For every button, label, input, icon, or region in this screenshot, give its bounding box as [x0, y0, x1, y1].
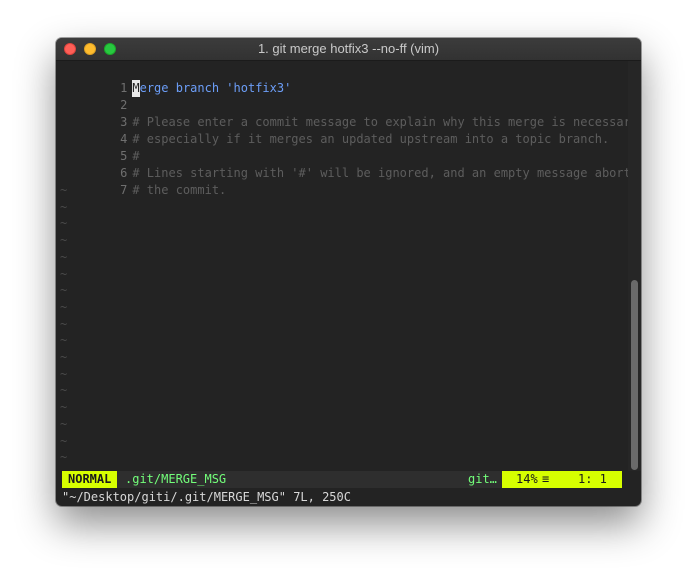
text-cursor: M	[132, 80, 140, 97]
terminal-window: 1. git merge hotfix3 --no-ff (vim) 1 Merg…	[56, 38, 641, 506]
empty-line-marker: ~	[60, 400, 68, 415]
editor-line-6[interactable]: 6 # Lines starting with '#' will be ignor…	[56, 148, 638, 180]
vim-statusline: NORMAL .git/MERGE_MSG git… 14% ≡ 1: 1	[62, 471, 622, 488]
empty-line-marker: ~	[60, 299, 68, 314]
empty-line-marker: ~	[60, 350, 68, 364]
editor-line-2[interactable]: 2	[56, 80, 132, 112]
empty-line-marker: ~	[60, 199, 68, 214]
editor-line-1[interactable]: 1 Merge branch 'hotfix3'	[56, 63, 291, 97]
editor-line-4[interactable]: 4 # especially if it merges an updated up…	[56, 114, 609, 146]
empty-line-marker: ~	[60, 283, 68, 298]
vim-editor[interactable]: 1 Merge branch 'hotfix3' 2 3 # Please ente…	[56, 61, 641, 471]
scrollbar-thumb[interactable]	[631, 280, 638, 470]
empty-line-marker: ~	[60, 183, 68, 197]
window-title: 1. git merge hotfix3 --no-ff (vim)	[257, 41, 440, 56]
empty-line-marker: ~	[60, 433, 68, 448]
comment-text: # the commit.	[132, 183, 227, 197]
empty-line-marker: ~	[60, 266, 68, 281]
editor-line-7[interactable]: 7 # the commit.	[56, 165, 226, 197]
commit-subject: erge branch 'hotfix3'	[139, 81, 292, 95]
empty-line-marker: ~	[60, 383, 68, 398]
empty-line-marker: ~	[60, 249, 68, 264]
position-block: 14% ≡ 1: 1	[502, 471, 622, 488]
command-line: "~/Desktop/giti/.git/MERGE_MSG" 7L, 250C	[62, 490, 351, 504]
comment-text: # especially if it merges an updated ups…	[132, 132, 610, 146]
scroll-percent: 14%	[516, 472, 538, 486]
empty-line-marker: ~	[60, 233, 68, 248]
editor-line-3[interactable]: 3 # Please enter a commit message to expl…	[56, 97, 641, 129]
empty-line-marker: ~	[60, 366, 68, 381]
title-bar[interactable]: 1. git merge hotfix3 --no-ff (vim)	[56, 38, 641, 61]
mode-indicator: NORMAL	[62, 471, 118, 488]
file-name: .git/MERGE_MSG	[125, 472, 227, 486]
empty-line-marker: ~	[60, 450, 68, 465]
editor-line-5[interactable]: 5 #	[56, 131, 139, 163]
line-number: 7	[120, 183, 128, 197]
git-branch: git…	[468, 472, 497, 486]
line-column: 1: 1	[578, 472, 607, 486]
empty-line-marker: ~	[60, 333, 68, 348]
empty-line-marker: ~	[60, 416, 68, 431]
menu-icon: ≡	[542, 472, 550, 486]
empty-line-marker: ~	[60, 316, 68, 331]
empty-line-marker: ~	[60, 216, 68, 231]
